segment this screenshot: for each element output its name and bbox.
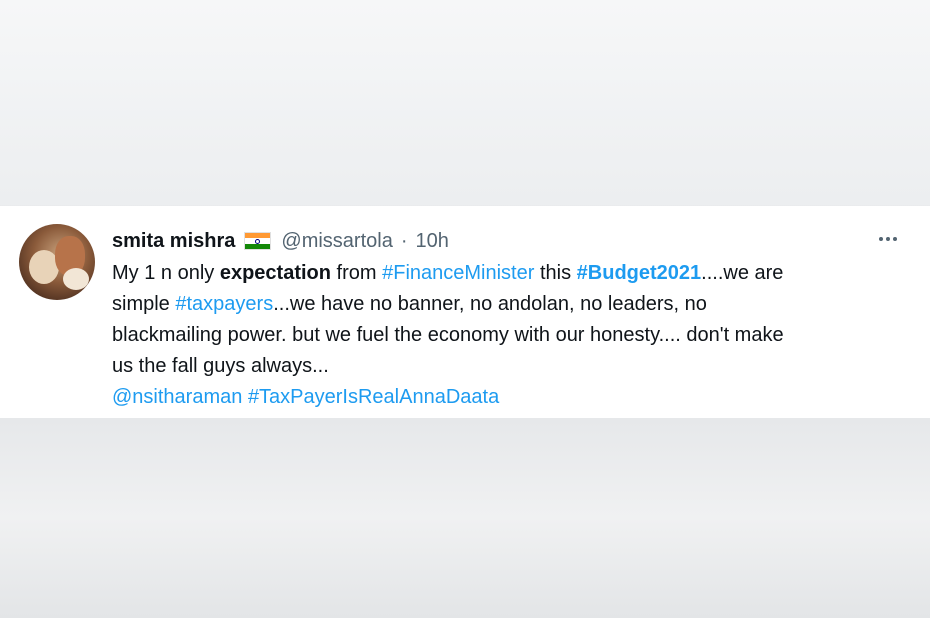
author-name[interactable]: smita mishra bbox=[112, 230, 235, 253]
tweet-line: us the fall guys always... bbox=[112, 355, 329, 377]
author-handle[interactable]: @missartola bbox=[281, 230, 392, 253]
india-flag-icon bbox=[244, 232, 272, 250]
tweet-line: My 1 n only expectation from #FinanceMin… bbox=[112, 258, 912, 289]
tweet-text-segment: ....we are bbox=[701, 262, 784, 284]
tweet-text-segment: this bbox=[534, 262, 577, 284]
flag-band-green bbox=[245, 243, 271, 249]
hashtag-budget2021[interactable]: #Budget2021 bbox=[577, 262, 702, 284]
flag-chakra bbox=[255, 238, 261, 244]
hashtag-taxpayerisrealannadaata[interactable]: #TaxPayerIsRealAnnaDaata bbox=[248, 386, 499, 408]
more-options-icon bbox=[886, 237, 890, 241]
separator-dot: · bbox=[400, 229, 408, 252]
more-options-icon bbox=[879, 237, 883, 241]
tweet-text-segment: simple bbox=[112, 293, 176, 315]
mention-nsitharaman[interactable]: @nsitharaman bbox=[112, 386, 242, 408]
background-bottom bbox=[0, 418, 930, 618]
tweet-text-bold: expectation bbox=[219, 262, 331, 284]
tweet-body: My 1 n only expectation from #FinanceMin… bbox=[112, 258, 912, 413]
background-top bbox=[0, 0, 930, 205]
tweet-line: blackmailing power. but we fuel the econ… bbox=[112, 324, 784, 346]
tweet-line: @nsitharaman #TaxPayerIsRealAnnaDaata bbox=[112, 382, 912, 413]
more-options-button[interactable] bbox=[872, 232, 904, 246]
tweet-header: smita mishra @missartola · 10h bbox=[112, 228, 449, 254]
tweet-line: simple #taxpayers...we have no banner, n… bbox=[112, 289, 912, 320]
hashtag-financeminister[interactable]: #FinanceMinister bbox=[382, 262, 534, 284]
more-options-icon bbox=[893, 237, 897, 241]
tweet-text-segment: from bbox=[330, 262, 383, 284]
avatar[interactable] bbox=[19, 224, 95, 300]
avatar-photo-part bbox=[63, 268, 89, 290]
tweet-timestamp[interactable]: 10h bbox=[416, 230, 449, 253]
hashtag-taxpayers[interactable]: #taxpayers bbox=[175, 293, 273, 315]
tweet-card[interactable]: smita mishra @missartola · 10h My 1 n on… bbox=[0, 206, 930, 418]
tweet-text-segment: ...we have no banner, no andolan, no lea… bbox=[273, 293, 707, 315]
tweet-text-segment: My 1 n only bbox=[112, 262, 220, 284]
